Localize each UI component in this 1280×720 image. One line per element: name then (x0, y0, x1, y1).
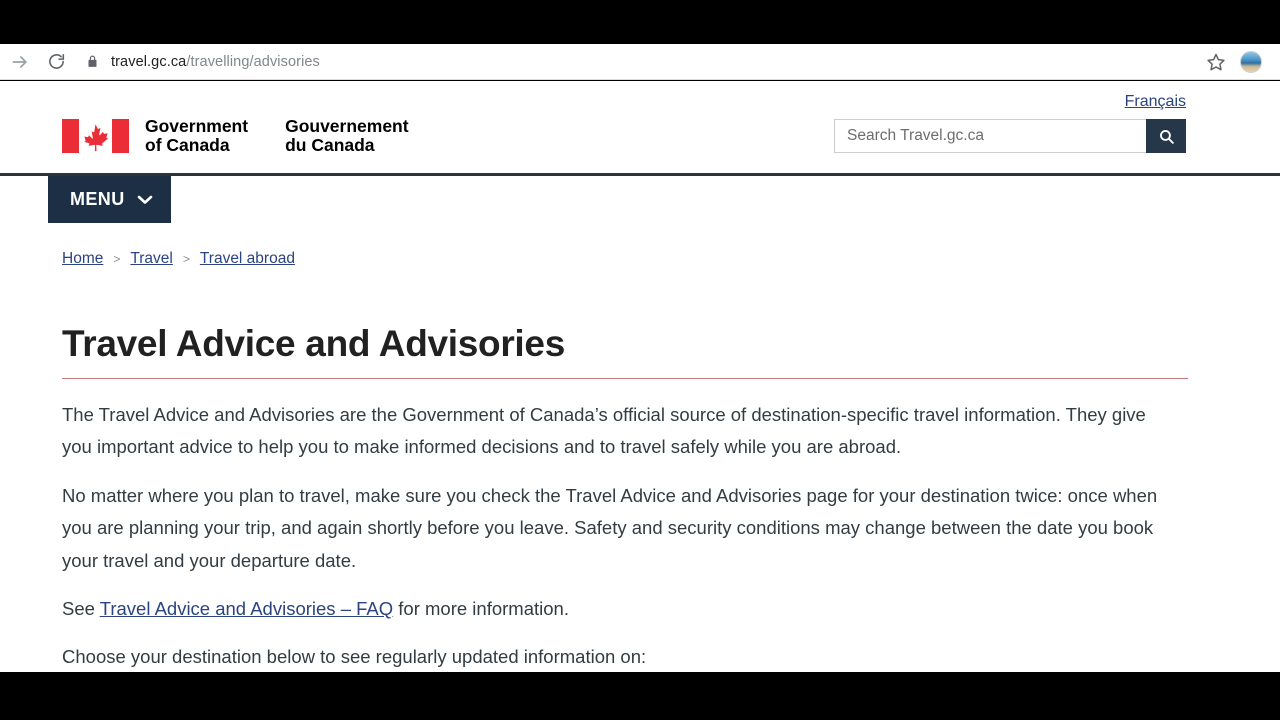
url-host: travel.gc.ca (111, 53, 187, 70)
page-content: Home > Travel > Travel abroad Travel Adv… (0, 176, 1188, 672)
wordmark-en-line2: of Canada (145, 135, 230, 155)
search-input[interactable] (834, 119, 1146, 153)
faq-link[interactable]: Travel Advice and Advisories – FAQ (100, 598, 393, 619)
breadcrumb: Home > Travel > Travel abroad (62, 250, 1126, 268)
page-title: Travel Advice and Advisories (62, 323, 565, 364)
letterbox-top (0, 0, 1280, 44)
star-icon[interactable] (1206, 52, 1226, 72)
forward-button[interactable] (2, 47, 38, 77)
wordmark-english: Government of Canada (145, 117, 248, 155)
screen: travel.gc.ca/travelling/advisories Franç… (0, 0, 1280, 720)
language-toggle-link[interactable]: Français (1125, 93, 1186, 111)
search-icon (1159, 129, 1174, 144)
breadcrumb-separator: > (113, 252, 121, 266)
wordmark-fr-line2: du Canada (285, 135, 375, 155)
canada-flag-icon (62, 119, 129, 153)
toolbar-actions (1206, 50, 1280, 73)
site-search (834, 119, 1186, 153)
breadcrumb-item-travel-abroad[interactable]: Travel abroad (200, 250, 295, 268)
url-text: travel.gc.ca/travelling/advisories (111, 54, 320, 70)
breadcrumb-separator: > (182, 252, 190, 266)
title-underline-rule (62, 378, 1188, 379)
letterbox-bottom (0, 672, 1280, 720)
main-menu-label: MENU (70, 189, 125, 209)
intro-copy: The Travel Advice and Advisories are the… (62, 399, 1158, 672)
browser-toolbar: travel.gc.ca/travelling/advisories (0, 44, 1280, 80)
avatar[interactable] (1240, 50, 1262, 73)
faq-suffix-text: for more information. (393, 598, 569, 620)
main-menu-button[interactable]: MENU (48, 176, 171, 223)
wordmark-french: Gouvernement du Canada (285, 117, 409, 155)
search-button[interactable] (1146, 119, 1186, 153)
wordmark-text: Government of Canada Gouvernement du Can… (145, 117, 409, 155)
lock-icon (86, 54, 99, 69)
goc-wordmark[interactable]: Government of Canada Gouvernement du Can… (62, 117, 409, 155)
paragraph-faq: See Travel Advice and Advisories – FAQ f… (62, 593, 1158, 625)
wordmark-en-line1: Government (145, 116, 249, 136)
brand-row: Government of Canada Gouvernement du Can… (0, 111, 1280, 155)
wordmark-fr-line1: Gouvernement (285, 116, 409, 136)
reload-icon (48, 54, 64, 69)
arrow-right-icon (12, 55, 27, 68)
breadcrumb-item-travel[interactable]: Travel (130, 250, 173, 268)
paragraph-2: No matter where you plan to travel, make… (62, 484, 1158, 571)
paragraph-1: The Travel Advice and Advisories are the… (62, 404, 1146, 458)
paragraph-4: Choose your destination below to see reg… (62, 646, 647, 668)
language-row: Français (0, 81, 1280, 111)
breadcrumb-item-home[interactable]: Home (62, 250, 103, 268)
reload-button[interactable] (38, 47, 74, 77)
goc-header: Français Government of Canada Gouverneme… (0, 81, 1280, 173)
address-bar[interactable]: travel.gc.ca/travelling/advisories (86, 48, 1206, 76)
page-viewport: Français Government of Canada Gouverneme… (0, 81, 1280, 672)
url-path: /travelling/advisories (186, 53, 320, 70)
chevron-down-icon (137, 194, 153, 205)
faq-prefix-text: See (62, 598, 100, 620)
